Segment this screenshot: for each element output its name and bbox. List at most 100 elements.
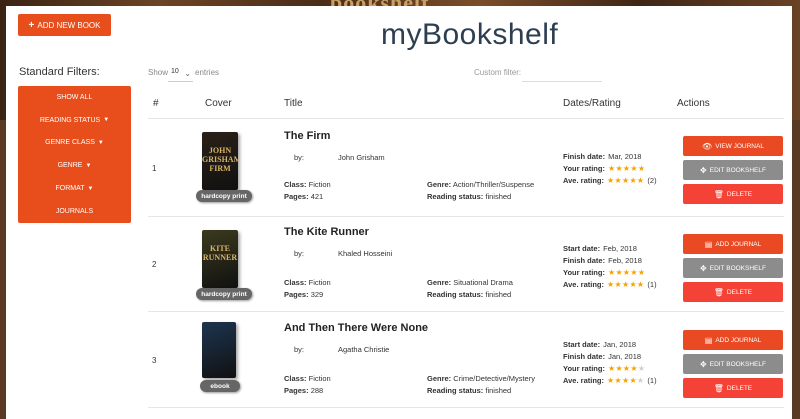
book-author: Khaled Hosseini xyxy=(338,249,393,258)
genre-field: Genre: Action/Thriller/Suspense xyxy=(427,180,535,189)
ave-rating-field: Ave. rating: ★★★★★ (1) xyxy=(563,376,657,385)
book-cover[interactable] xyxy=(202,322,236,378)
book-title[interactable]: And Then There Were None xyxy=(284,322,428,334)
filter-format[interactable]: FORMAT ▼ xyxy=(18,177,131,200)
header-number: # xyxy=(153,98,159,109)
row-number: 2 xyxy=(152,260,157,269)
header-title: Title xyxy=(284,98,303,109)
trash-icon: 🗑 xyxy=(713,287,724,297)
add-new-book-label: ADD NEW BOOK xyxy=(37,20,101,30)
row-divider xyxy=(148,407,784,408)
journal-icon: ▤ xyxy=(704,239,713,249)
star-icon: ★ xyxy=(636,280,645,289)
entries-select[interactable]: 10 ⌄ xyxy=(168,68,193,82)
delete-button[interactable]: 🗑 DELETE xyxy=(683,282,783,302)
table-row: 2 KITE RUNNER hardcopy print The Kite Ru… xyxy=(148,216,784,312)
eye-icon: 👁 xyxy=(702,141,713,151)
book-title[interactable]: The Kite Runner xyxy=(284,226,369,238)
star-rating[interactable]: ★★★★★ xyxy=(608,364,645,373)
star-icon: ★ xyxy=(637,164,646,173)
header-cover: Cover xyxy=(205,98,232,109)
reading-status-field: Reading status: finished xyxy=(427,192,512,201)
book-author: Agatha Christie xyxy=(338,345,390,354)
trash-icon: 🗑 xyxy=(713,189,724,199)
move-icon: ✥ xyxy=(700,165,707,175)
star-icon: ★ xyxy=(629,280,637,289)
move-icon: ✥ xyxy=(700,359,707,369)
plus-icon: + xyxy=(28,19,35,31)
book-cover[interactable]: KITE RUNNER xyxy=(202,230,238,288)
star-icon: ★ xyxy=(637,364,646,373)
class-field: Class: Fiction xyxy=(284,180,331,189)
star-icon: ★ xyxy=(615,364,623,373)
pages-field: Pages: 421 xyxy=(284,192,324,201)
table-row: 3 ebook And Then There Were None by: Aga… xyxy=(148,312,784,408)
cover-text: JOHN GRISHAM FIRM xyxy=(202,146,238,173)
custom-filter-label: Custom filter: xyxy=(474,68,522,77)
cover-text: KITE RUNNER xyxy=(202,244,238,262)
filter-genre[interactable]: GENRE ▼ xyxy=(18,154,131,177)
star-icon: ★ xyxy=(614,176,622,185)
delete-button[interactable]: 🗑 DELETE xyxy=(683,184,783,204)
format-badge: ebook xyxy=(200,380,240,392)
trash-icon: 🗑 xyxy=(713,383,724,393)
start-date-field: Start date: Feb, 2018 xyxy=(563,244,637,253)
filter-genre-class[interactable]: GENRE CLASS ▼ xyxy=(18,132,131,155)
header-divider xyxy=(148,118,784,119)
filter-panel: SHOW ALL READING STATUS ▼ GENRE CLASS ▼ GE… xyxy=(18,86,131,223)
caret-down-icon: ▼ xyxy=(103,117,110,124)
by-label: by: xyxy=(294,153,305,162)
move-icon: ✥ xyxy=(700,263,707,273)
header-actions: Actions xyxy=(677,98,710,109)
format-badge: hardcopy print xyxy=(196,288,252,300)
class-field: Class: Fiction xyxy=(284,278,331,287)
delete-button[interactable]: 🗑 DELETE xyxy=(683,378,783,398)
caret-down-icon: ▼ xyxy=(85,162,92,169)
custom-filter-input[interactable] xyxy=(522,66,602,82)
add-new-book-button[interactable]: + ADD NEW BOOK xyxy=(18,14,111,36)
caret-down-icon: ▼ xyxy=(87,185,94,192)
chevron-down-icon: ⌄ xyxy=(184,69,191,78)
journal-icon: ▤ xyxy=(704,335,713,345)
by-label: by: xyxy=(294,345,305,354)
ave-rating-field: Ave. rating: ★★★★★ (2) xyxy=(563,176,657,185)
add-journal-button[interactable]: ▤ ADD JOURNAL xyxy=(683,330,783,350)
view-journal-button[interactable]: 👁 VIEW JOURNAL xyxy=(683,136,783,156)
finish-date-field: Finish date: Feb, 2018 xyxy=(563,256,642,265)
book-title[interactable]: The Firm xyxy=(284,130,330,142)
star-rating: ★★★★★ xyxy=(607,376,644,385)
book-author: John Grisham xyxy=(338,153,385,162)
edit-bookshelf-button[interactable]: ✥ EDIT BOOKSHELF xyxy=(683,160,783,180)
row-number: 3 xyxy=(152,356,157,365)
by-label: by: xyxy=(294,249,305,258)
book-cover[interactable]: JOHN GRISHAM FIRM xyxy=(202,132,238,190)
ave-rating-field: Ave. rating: ★★★★★ (1) xyxy=(563,280,657,289)
edit-bookshelf-button[interactable]: ✥ EDIT BOOKSHELF xyxy=(683,258,783,278)
finish-date-field: Finish date: Mar, 2018 xyxy=(563,152,642,161)
your-rating-field: Your rating: ★★★★★ xyxy=(563,164,646,173)
star-icon: ★ xyxy=(615,164,623,173)
your-rating-field: Your rating: ★★★★★ xyxy=(563,268,646,277)
add-journal-button[interactable]: ▤ ADD JOURNAL xyxy=(683,234,783,254)
filter-reading-status[interactable]: READING STATUS ▼ xyxy=(18,109,131,132)
filter-show-all[interactable]: SHOW ALL xyxy=(18,86,131,109)
star-icon: ★ xyxy=(615,268,623,277)
star-rating[interactable]: ★★★★★ xyxy=(608,268,645,277)
finish-date-field: Finish date: Jan, 2018 xyxy=(563,352,642,361)
star-icon: ★ xyxy=(614,280,622,289)
show-label: Show xyxy=(148,68,169,77)
star-icon: ★ xyxy=(629,176,637,185)
star-rating[interactable]: ★★★★★ xyxy=(608,164,645,173)
genre-field: Genre: Crime/Detective/Mystery xyxy=(427,374,535,383)
header-dates-rating: Dates/Rating xyxy=(563,98,621,109)
class-field: Class: Fiction xyxy=(284,374,331,383)
app-title: myBookshelf xyxy=(381,18,559,51)
caret-down-icon: ▼ xyxy=(97,139,104,146)
filter-journals[interactable]: JOURNALS xyxy=(18,200,131,223)
reading-status-field: Reading status: finished xyxy=(427,386,512,395)
row-number: 1 xyxy=(152,164,157,173)
star-icon: ★ xyxy=(614,376,622,385)
star-icon: ★ xyxy=(636,376,645,385)
edit-bookshelf-button[interactable]: ✥ EDIT BOOKSHELF xyxy=(683,354,783,374)
pages-field: Pages: 329 xyxy=(284,290,324,299)
